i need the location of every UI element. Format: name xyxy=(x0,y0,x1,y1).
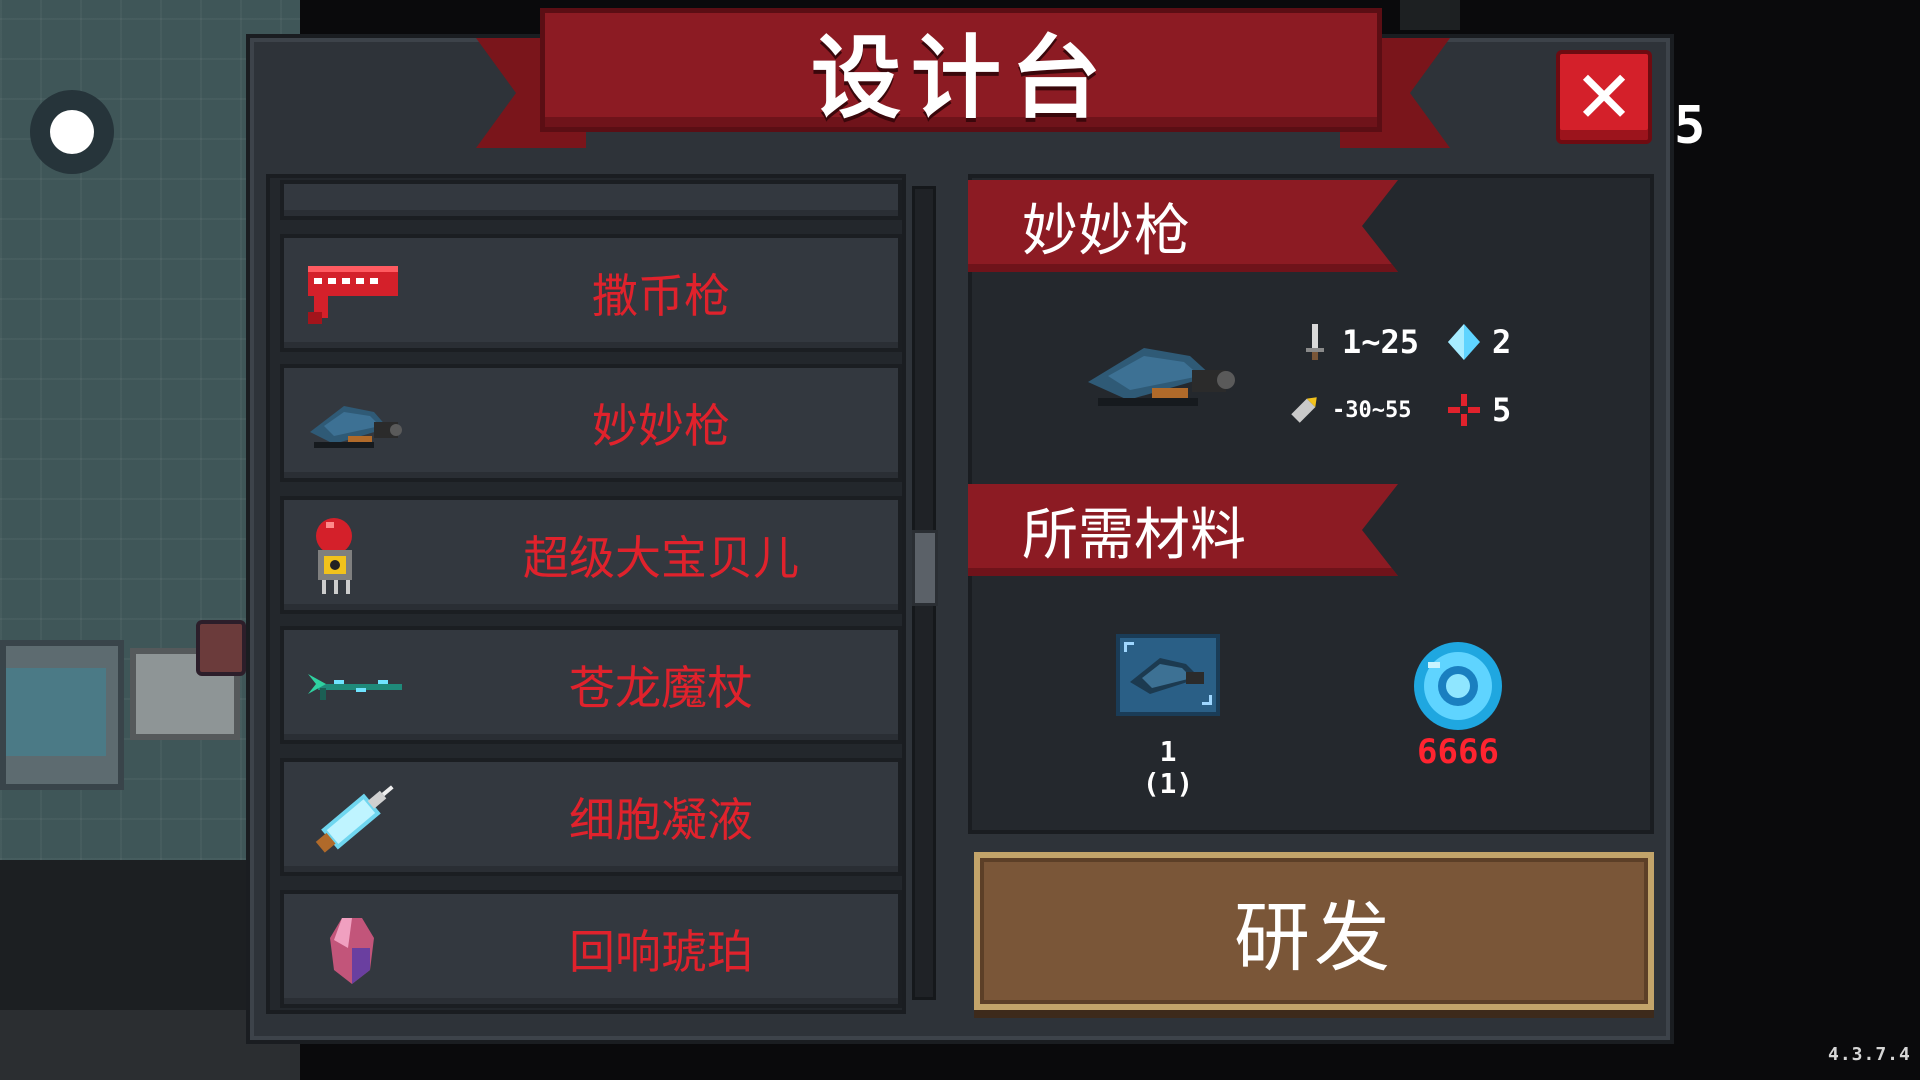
blueprint-count: 1 (1) xyxy=(1118,736,1218,800)
hud-edge-number: 5 xyxy=(1674,96,1706,156)
stat-accuracy-value: -30~55 xyxy=(1332,397,1412,423)
weapon-name: 妙妙枪 xyxy=(1022,198,1190,264)
stat-crit-value: 5 xyxy=(1492,391,1512,429)
blueprint-count-required: 1 xyxy=(1159,735,1177,768)
lab-monitor xyxy=(0,640,124,790)
blueprint-icon[interactable] xyxy=(1116,634,1220,716)
list-item-label: 细胞凝液 xyxy=(569,793,753,847)
weapon-list[interactable]: 撒币枪 妙妙枪 超级大宝贝儿 苍龙魔杖 细胞凝液 回响琥珀 xyxy=(266,174,906,1014)
blueprint-count-owned: (1) xyxy=(1142,767,1194,800)
materials-title: 所需材料 xyxy=(1022,502,1246,568)
bomb-icon xyxy=(316,518,352,594)
list-item-label: 撒币枪 xyxy=(592,269,730,323)
list-item[interactable]: 苍龙魔杖 xyxy=(280,626,902,744)
stat-energy-value: 2 xyxy=(1492,323,1512,361)
list-item-label: 超级大宝贝儿 xyxy=(523,531,799,585)
list-item-label: 苍龙魔杖 xyxy=(569,661,753,715)
page-title: 设计台 xyxy=(811,26,1111,131)
title-banner: 设计台 xyxy=(540,8,1382,132)
dragon-staff-icon xyxy=(308,674,402,700)
research-button-label: 研发 xyxy=(1234,893,1394,982)
joystick-knob[interactable] xyxy=(50,110,94,154)
gem-count: 6666 xyxy=(1417,732,1499,772)
version-label: 4.3.7.4 xyxy=(1828,1044,1911,1065)
lab-robot xyxy=(196,620,246,676)
stat-damage: 1~25 xyxy=(1296,322,1419,362)
list-item[interactable]: 细胞凝液 xyxy=(280,758,902,876)
list-item[interactable]: 撒币枪 xyxy=(280,234,902,352)
energy-gem-icon xyxy=(1448,324,1480,360)
weapon-preview-icon xyxy=(1088,348,1235,406)
coin-gun-icon xyxy=(308,266,398,324)
scene-wall xyxy=(1400,0,1460,30)
list-item-partial[interactable] xyxy=(280,180,902,220)
list-item[interactable]: 超级大宝贝儿 xyxy=(280,496,902,614)
list-item-selected[interactable]: 妙妙枪 xyxy=(280,364,902,482)
close-icon: ✕ xyxy=(1573,55,1635,139)
stat-damage-value: 1~25 xyxy=(1342,323,1420,361)
stat-accuracy: -30~55 xyxy=(1286,390,1411,430)
list-item-label: 回响琥珀 xyxy=(569,925,753,979)
research-button[interactable]: 研发 xyxy=(974,852,1654,1010)
list-item-label: 妙妙枪 xyxy=(592,399,730,453)
weapon-name-ribbon: 妙妙枪 xyxy=(968,180,1398,272)
crosshair-icon xyxy=(1448,394,1480,426)
scrollbar-thumb[interactable] xyxy=(912,530,938,606)
syringe-icon xyxy=(315,785,394,853)
joystick[interactable] xyxy=(30,90,114,174)
list-item[interactable]: 回响琥珀 xyxy=(280,890,902,1008)
miaomiao-gun-icon xyxy=(310,406,402,448)
bullet-icon xyxy=(1291,397,1317,423)
materials-ribbon: 所需材料 xyxy=(968,484,1398,576)
stat-crit: 5 xyxy=(1446,390,1511,430)
close-button[interactable]: ✕ xyxy=(1556,50,1652,144)
sword-icon xyxy=(1306,324,1324,360)
blueprint-weapon-icon xyxy=(1124,642,1212,705)
stat-energy: 2 xyxy=(1446,322,1511,362)
amber-icon xyxy=(330,918,374,984)
gem-icon[interactable] xyxy=(1410,638,1506,734)
